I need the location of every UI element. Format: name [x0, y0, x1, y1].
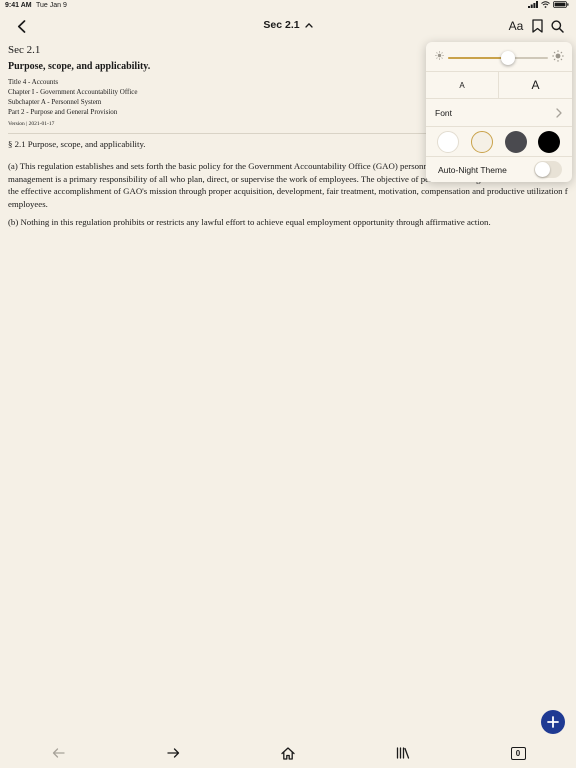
nav-actions: Aa — [508, 17, 564, 35]
brightness-slider[interactable] — [448, 51, 548, 65]
next-section-button[interactable] — [165, 745, 181, 761]
nav-title-text: Sec 2.1 — [263, 19, 300, 31]
section-title-button[interactable]: Sec 2.1 — [0, 19, 576, 31]
arrow-left-icon — [52, 748, 65, 758]
bottom-toolbar: 0 — [0, 740, 576, 768]
library-button[interactable] — [395, 745, 411, 761]
auto-night-toggle-knob — [535, 162, 550, 177]
paragraph-b: (b) Nothing in this regulation prohibits… — [8, 217, 491, 227]
theme-row — [426, 127, 572, 157]
sun-large-icon — [552, 50, 564, 62]
signal-icon — [528, 1, 538, 8]
search-icon — [551, 19, 564, 33]
brightness-row — [426, 42, 572, 72]
theme-swatch-white[interactable] — [437, 131, 459, 153]
previous-section-button[interactable] — [50, 745, 66, 761]
increase-font-size-button[interactable]: A — [499, 72, 572, 98]
library-icon — [396, 747, 410, 759]
theme-swatch-gray[interactable] — [505, 131, 527, 153]
auto-night-label: Auto-Night Theme — [438, 165, 507, 175]
appearance-button[interactable]: Aa — [508, 17, 524, 35]
home-icon — [281, 746, 295, 760]
battery-icon — [553, 1, 569, 8]
brightness-slider-fill — [448, 57, 508, 59]
home-button[interactable] — [280, 745, 296, 761]
font-label: Font — [435, 108, 453, 118]
font-size-row: A A — [426, 72, 572, 99]
status-icons — [528, 1, 569, 8]
nav-bar: Sec 2.1 Aa — [0, 12, 576, 40]
status-bar: 9:41 AM Tue Jan 9 — [0, 0, 576, 12]
brightness-slider-knob[interactable] — [501, 51, 515, 65]
decrease-font-size-button[interactable]: A — [426, 72, 499, 98]
chevron-up-icon — [304, 23, 313, 28]
add-button[interactable] — [541, 710, 565, 734]
sun-small-icon — [435, 51, 444, 60]
plus-icon — [547, 716, 559, 728]
arrow-right-icon — [166, 748, 179, 758]
font-row[interactable]: Font — [426, 99, 572, 127]
status-date: Tue Jan 9 — [36, 2, 67, 9]
search-button[interactable] — [551, 17, 564, 35]
bookmark-button[interactable] — [532, 17, 543, 35]
chevron-right-icon — [556, 108, 562, 118]
theme-swatch-sepia[interactable] — [471, 131, 493, 153]
auto-night-toggle[interactable] — [534, 161, 562, 178]
tabs-button[interactable]: 0 — [510, 745, 526, 761]
wifi-icon — [541, 1, 550, 8]
status-time: 9:41 AM — [5, 2, 32, 9]
auto-night-row: Auto-Night Theme — [426, 157, 572, 182]
theme-swatch-black[interactable] — [538, 131, 560, 153]
bookmark-icon — [532, 19, 543, 33]
appearance-popover: A A Font Auto-Night Theme — [426, 42, 572, 182]
tab-count: 0 — [510, 746, 526, 760]
